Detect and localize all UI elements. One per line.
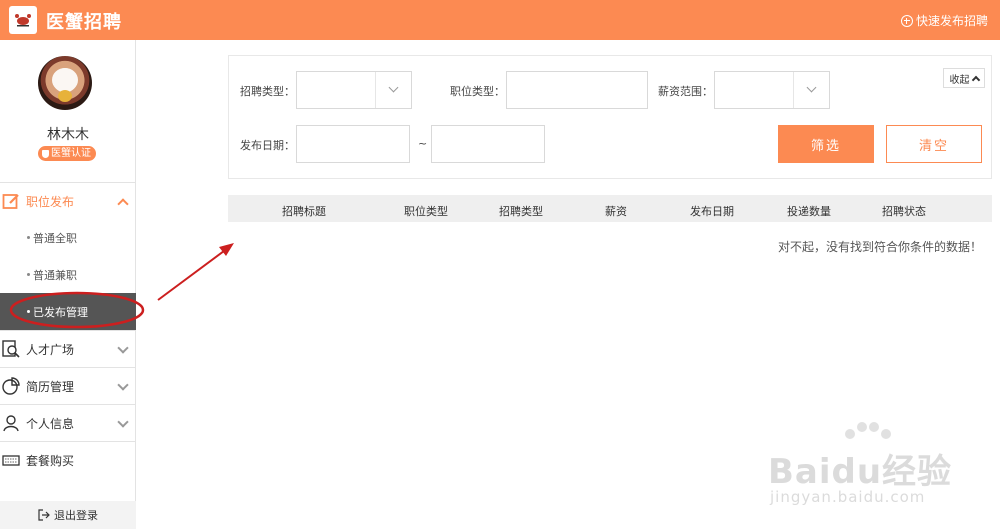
salary-select[interactable] (714, 71, 830, 109)
sidebar-menu: 职位发布 普通全职 普通兼职 已发布管理 人才广场 简历管理 个人信息 套餐购买 (0, 182, 136, 478)
sidebar-subitem-label: 已发布管理 (33, 305, 88, 319)
sidebar-item-talent[interactable]: 人才广场 (0, 330, 136, 367)
logout-button[interactable]: 退出登录 (0, 501, 136, 529)
badge-label: 医蟹认证 (51, 148, 91, 159)
sidebar-item-label: 简历管理 (26, 379, 75, 394)
chevron-down-icon (117, 342, 129, 354)
column-header[interactable]: 招聘类型 (499, 203, 543, 219)
salary-label: 薪资范围： (658, 85, 713, 98)
watermark-text: Baidu经验 (768, 452, 953, 492)
pie-chart-icon (2, 377, 20, 395)
quick-post-label: 快速发布招聘 (915, 14, 988, 28)
sidebar-item-job-post[interactable]: 职位发布 (0, 182, 136, 219)
edit-icon (2, 194, 19, 209)
shield-icon (42, 149, 49, 158)
watermark: Baidu经验 jingyan.baidu.com (766, 420, 996, 520)
crab-logo-icon (15, 14, 31, 27)
date-separator: ~ (418, 137, 428, 150)
collapse-label: 收起 (949, 74, 970, 86)
date-label: 发布日期： (240, 139, 295, 152)
job-type-label: 职位类型： (450, 85, 505, 98)
top-bar: 医蟹招聘 快速发布招聘 (0, 0, 1000, 40)
filter-button[interactable]: 筛选 (778, 125, 874, 163)
sidebar-item-label: 个人信息 (26, 416, 75, 431)
sidebar-subitem-parttime[interactable]: 普通兼职 (0, 256, 136, 293)
start-date-input[interactable] (296, 125, 410, 163)
chevron-down-icon (375, 72, 411, 108)
sidebar-item-personal[interactable]: 个人信息 (0, 404, 136, 441)
annotation-arrow-head (219, 243, 234, 256)
annotation-arrow-line (157, 247, 229, 301)
user-icon (3, 415, 19, 432)
chevron-up-icon (117, 198, 129, 210)
chevron-down-icon (117, 379, 129, 391)
table-header: 招聘标题 职位类型 招聘类型 薪资 发布日期 投递数量 招聘状态 (228, 195, 992, 222)
recruit-type-label: 招聘类型： (240, 85, 295, 98)
username: 林木木 (47, 127, 89, 143)
sidebar-item-label: 套餐购买 (26, 453, 75, 468)
caret-up-icon (971, 75, 980, 84)
chevron-down-icon (117, 416, 129, 428)
column-header[interactable]: 招聘状态 (882, 203, 926, 219)
logout-label: 退出登录 (54, 509, 98, 522)
watermark-url: jingyan.baidu.com (770, 488, 926, 506)
column-header[interactable]: 投递数量 (787, 203, 831, 219)
sidebar-item-resume[interactable]: 简历管理 (0, 367, 136, 404)
job-type-input[interactable] (506, 71, 648, 109)
chevron-down-icon (793, 72, 829, 108)
sidebar-item-label: 职位发布 (26, 194, 75, 209)
sidebar-subitem-label: 普通兼职 (33, 268, 77, 282)
sidebar: 林木木 医蟹认证 职位发布 普通全职 普通兼职 已发布管理 人才广场 简历管理 … (0, 40, 136, 529)
talent-search-icon (2, 340, 20, 358)
sidebar-item-label: 人才广场 (26, 342, 75, 357)
column-header[interactable]: 发布日期 (690, 203, 734, 219)
sidebar-subitem-published-manage[interactable]: 已发布管理 (0, 293, 136, 330)
brand-name: 医蟹招聘 (46, 12, 122, 33)
avatar[interactable] (38, 56, 92, 110)
sidebar-subitem-label: 普通全职 (33, 231, 77, 245)
column-header[interactable]: 薪资 (605, 203, 627, 219)
column-header[interactable]: 职位类型 (404, 203, 448, 219)
logout-icon (38, 509, 50, 521)
sidebar-item-package[interactable]: 套餐购买 (0, 441, 136, 478)
clear-button[interactable]: 清空 (886, 125, 982, 163)
logo[interactable] (9, 6, 37, 34)
collapse-button[interactable]: 收起 (943, 68, 985, 88)
column-header[interactable]: 招聘标题 (282, 203, 326, 219)
end-date-input[interactable] (431, 125, 545, 163)
sidebar-subitem-fulltime[interactable]: 普通全职 (0, 219, 136, 256)
recruit-type-select[interactable] (296, 71, 412, 109)
verified-badge: 医蟹认证 (38, 146, 96, 161)
ticket-icon (2, 455, 20, 466)
filter-panel: 招聘类型： 职位类型： 薪资范围： 收起 发布日期： ~ 筛选 清空 (228, 55, 992, 179)
plus-circle-icon (900, 14, 913, 27)
empty-message: 对不起，没有找到符合你条件的数据！ (778, 240, 983, 254)
quick-post-button[interactable]: 快速发布招聘 (900, 12, 988, 29)
